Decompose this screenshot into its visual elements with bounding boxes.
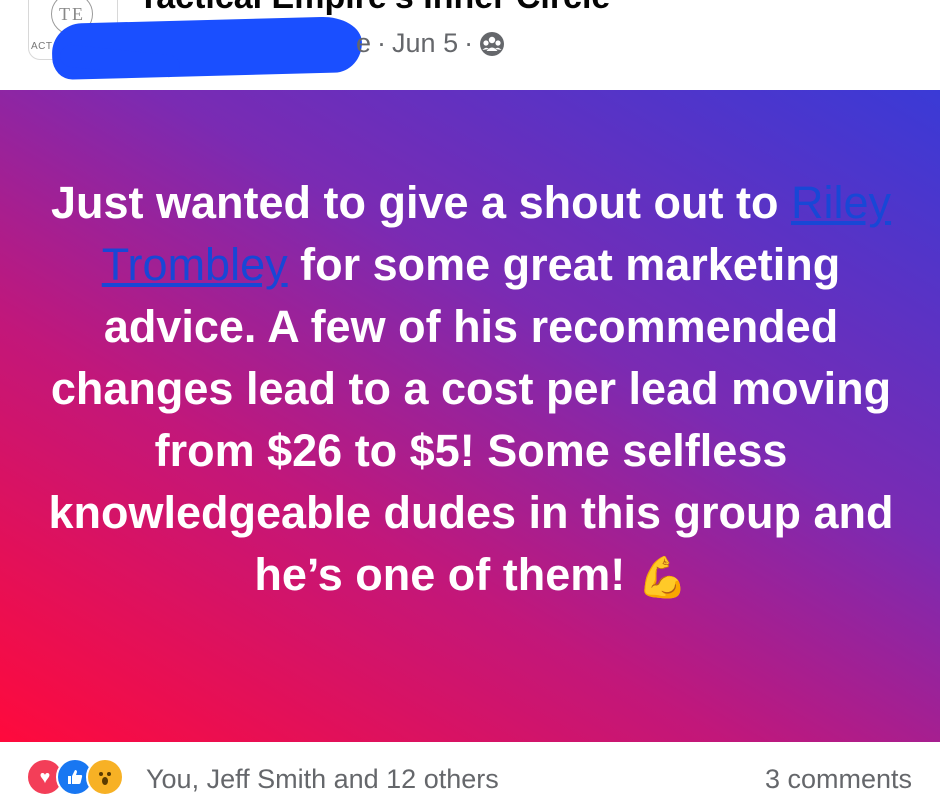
author-name-tail[interactable]: e xyxy=(356,28,371,59)
meta-separator: · xyxy=(377,28,387,58)
post-date[interactable]: Jun 5 xyxy=(392,28,458,59)
post-header: Tactical Empire's Inner Circle TE ACT e … xyxy=(0,0,940,90)
post-meta: e · Jun 5 · xyxy=(356,28,505,59)
group-members-icon[interactable] xyxy=(479,31,505,57)
wow-reaction-icon xyxy=(86,758,124,796)
reaction-names[interactable]: You, Jeff Smith and 12 others xyxy=(146,764,499,795)
group-title[interactable]: Tactical Empire's Inner Circle xyxy=(138,0,610,17)
avatar-tag: ACT xyxy=(31,41,53,52)
reaction-icons[interactable]: ♥ xyxy=(26,758,124,796)
flexed-biceps-icon: 💪 xyxy=(637,556,688,601)
post-text-start: Just wanted to give a shout out to xyxy=(50,177,791,228)
comments-count[interactable]: 3 comments xyxy=(765,764,912,795)
post-text-rest: for some great marketing advice. A few o… xyxy=(48,239,894,600)
post-footer: ♥ You, Jeff Smith and 12 others 3 commen… xyxy=(0,742,940,796)
post-text: Just wanted to give a shout out to Riley… xyxy=(48,172,894,609)
meta-separator: · xyxy=(464,28,474,58)
post-background: Just wanted to give a shout out to Riley… xyxy=(0,90,940,742)
